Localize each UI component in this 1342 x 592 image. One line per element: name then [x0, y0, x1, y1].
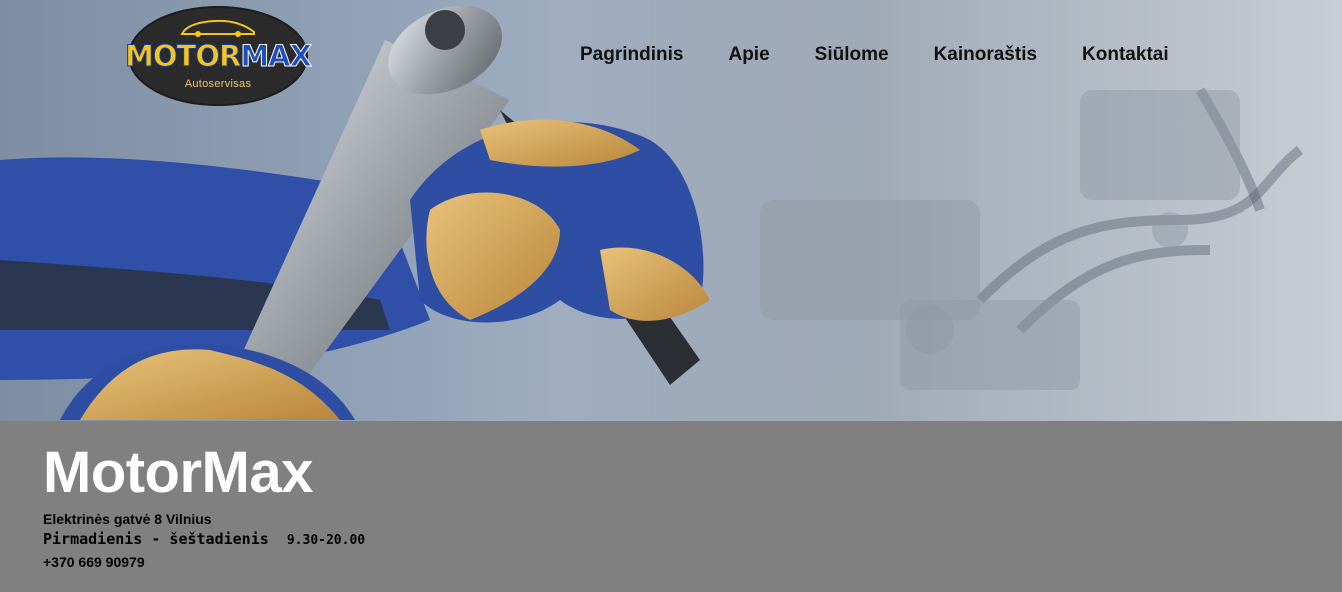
nav-item-apie[interactable]: Apie: [728, 44, 769, 70]
business-days: Pirmadienis - šeštadienis: [43, 530, 269, 548]
business-info: MotorMax Elektrinės gatvė 8 Vilnius Pirm…: [43, 440, 365, 572]
business-time: 9.30-20.00: [286, 533, 366, 548]
nav-item-kainorastis[interactable]: Kainoraštis: [934, 44, 1037, 70]
business-hours: Pirmadienis - šeštadienis 9.30-20.00: [43, 528, 365, 552]
nav-item-kontaktai[interactable]: Kontaktai: [1082, 44, 1169, 70]
site-logo[interactable]: MOTOR MAX Autoservisas: [125, 6, 313, 106]
logo-wordmark: MOTOR MAX: [125, 38, 313, 74]
business-phone[interactable]: +370 669 90979: [43, 552, 365, 572]
hero-banner: MOTOR MAX Autoservisas Pagrindinis Apie S…: [0, 0, 1342, 421]
main-nav: Pagrindinis Apie Siūlome Kainoraštis Kon…: [580, 44, 1169, 70]
logo-word-max: MAX: [240, 39, 313, 74]
business-name: MotorMax: [43, 440, 313, 505]
nav-item-siulome[interactable]: Siūlome: [815, 44, 889, 70]
business-address: Elektrinės gatvė 8 Vilnius: [43, 511, 212, 527]
logo-tagline: Autoservisas: [184, 78, 252, 90]
car-silhouette-icon: [180, 19, 255, 37]
nav-item-pagrindinis[interactable]: Pagrindinis: [580, 44, 683, 70]
logo-word-motor: MOTOR: [125, 39, 242, 74]
